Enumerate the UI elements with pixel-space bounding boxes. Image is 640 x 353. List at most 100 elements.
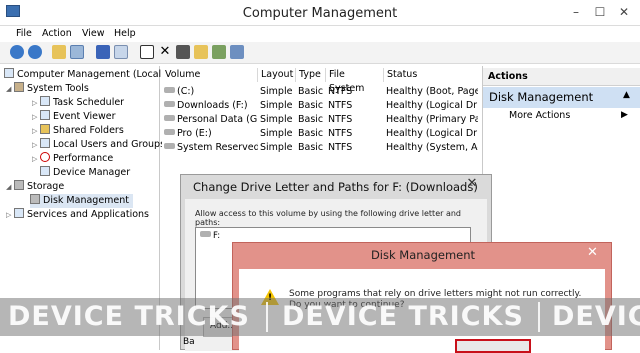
- tree-system-tools[interactable]: ◢ System Tools: [6, 82, 89, 96]
- column-volume[interactable]: Volume: [162, 68, 258, 82]
- tree-storage[interactable]: ◢ Storage: [6, 180, 64, 194]
- collapse-arrow-icon[interactable]: ▷: [32, 124, 40, 138]
- collapse-arrow-icon[interactable]: ▷: [32, 96, 40, 110]
- disk-icon: [30, 194, 40, 204]
- more-arrow-icon[interactable]: ▶: [621, 110, 628, 120]
- actions-disk-management[interactable]: Disk Management ▲: [483, 87, 640, 108]
- volume-cell: Basic: [298, 114, 324, 125]
- drive-path-item[interactable]: F:: [200, 231, 220, 241]
- properties-icon[interactable]: [176, 45, 190, 59]
- tree-task-scheduler[interactable]: ▷ Task Scheduler: [32, 96, 124, 110]
- volume-row[interactable]: Personal Data (G:) Simple Basic NTFS Healthy…: [162, 113, 480, 126]
- volume-row[interactable]: System Reserved Simple Basic NTFS Healthy (S…: [162, 141, 480, 154]
- window-title: Computer Management: [242, 6, 398, 21]
- volume-row[interactable]: Downloads (F:) Simple Basic NTFS Healthy (Lo…: [162, 99, 480, 112]
- volume-cell: Pro (E:): [164, 127, 258, 140]
- folder-icon: [40, 124, 50, 134]
- performance-icon: [40, 152, 50, 162]
- clock-icon: [40, 96, 50, 106]
- volume-cell: System Reserved: [164, 141, 258, 154]
- column-layout[interactable]: Layout: [258, 68, 296, 82]
- computer-icon: [4, 68, 14, 78]
- menu-help[interactable]: Help: [114, 28, 136, 39]
- collapse-arrow-icon[interactable]: ▷: [6, 208, 14, 222]
- collapse-arrow-icon[interactable]: ▷: [32, 152, 40, 166]
- collapse-up-icon[interactable]: ▲: [623, 90, 630, 100]
- more-actions[interactable]: More Actions: [509, 110, 570, 121]
- tree-event-viewer[interactable]: ▷ Event Viewer: [32, 110, 116, 124]
- column-filesystem[interactable]: File System: [326, 68, 384, 94]
- volume-cell: Simple: [260, 86, 293, 97]
- tree-performance[interactable]: ▷ Performance: [32, 152, 113, 166]
- volume-cell: Healthy (Logical Drive: [386, 100, 478, 111]
- drive-icon: [164, 129, 175, 135]
- change-drive-close-button[interactable]: ✕: [455, 176, 489, 192]
- volume-cell: Basic: [298, 142, 324, 153]
- storage-icon: [14, 180, 24, 190]
- volume-cell: Downloads (F:): [164, 99, 258, 112]
- actions-header: Actions: [483, 68, 640, 86]
- watermark-separator: [538, 302, 540, 332]
- show-hide-tree-icon[interactable]: [70, 45, 84, 59]
- title-bar: Computer Management – ☐ ✕: [0, 0, 640, 26]
- collapse-arrow-icon[interactable]: ▷: [32, 110, 40, 124]
- volume-cell: Basic: [298, 128, 324, 139]
- volume-cell: Simple: [260, 142, 293, 153]
- change-drive-dialog-title: Change Drive Letter and Paths for F: (Do…: [193, 180, 478, 194]
- drive-icon: [164, 115, 175, 121]
- column-type[interactable]: Type: [296, 68, 326, 82]
- volume-cell: Healthy (System, Acti: [386, 142, 478, 153]
- delete-icon[interactable]: ✕: [158, 45, 172, 59]
- volume-cell: Personal Data (G:): [164, 113, 258, 126]
- console-icon[interactable]: [114, 45, 128, 59]
- tree-device-manager[interactable]: Device Manager: [40, 166, 130, 180]
- menu-view[interactable]: View: [82, 28, 105, 39]
- tree-services[interactable]: ▷ Services and Applications: [6, 208, 149, 222]
- menu-bar: File Action View Help: [0, 26, 640, 42]
- watermark-text: DEVICE TRICKS: [8, 301, 250, 332]
- volume-cell: Healthy (Primary Part: [386, 114, 478, 125]
- collapse-arrow-icon[interactable]: ▷: [32, 138, 40, 152]
- volume-cell: Healthy (Logical Drive: [386, 128, 478, 139]
- help-icon[interactable]: [96, 45, 110, 59]
- volume-list: Volume Layout Type File System Status (C…: [162, 66, 480, 186]
- volume-cell: NTFS: [328, 128, 353, 139]
- check-icon[interactable]: [140, 45, 154, 59]
- confirm-dialog-title: Disk Management: [370, 248, 476, 262]
- tree-root[interactable]: Computer Management (Local: [4, 68, 161, 82]
- menu-file[interactable]: File: [16, 28, 32, 39]
- partial-label: Ba: [183, 337, 195, 347]
- watermark-text: DEVIC: [552, 301, 640, 332]
- forward-icon[interactable]: [28, 45, 42, 59]
- maximize-button[interactable]: ☐: [590, 3, 610, 21]
- column-status[interactable]: Status: [384, 68, 480, 82]
- drive-icon: [164, 143, 175, 149]
- volume-cell: Simple: [260, 128, 293, 139]
- open-folder-icon[interactable]: [194, 45, 208, 59]
- tree-disk-management[interactable]: Disk Management: [30, 194, 134, 208]
- search-icon[interactable]: [212, 45, 226, 59]
- volume-row[interactable]: Pro (E:) Simple Basic NTFS Healthy (Logical …: [162, 127, 480, 140]
- menu-action[interactable]: Action: [42, 28, 72, 39]
- volume-row[interactable]: (C:)Simple Basic NTFS Healthy (Boot, Page F: [162, 85, 480, 98]
- services-icon: [14, 208, 24, 218]
- expand-arrow-icon[interactable]: ◢: [6, 82, 14, 96]
- close-button[interactable]: ✕: [614, 3, 634, 21]
- expand-arrow-icon[interactable]: ◢: [6, 180, 14, 194]
- users-icon: [40, 138, 50, 148]
- minimize-button[interactable]: –: [566, 3, 586, 21]
- view-icon[interactable]: [230, 45, 244, 59]
- up-folder-icon[interactable]: [52, 45, 66, 59]
- drive-icon: [164, 101, 175, 107]
- volume-cell: Simple: [260, 114, 293, 125]
- tree-shared-folders[interactable]: ▷ Shared Folders: [32, 124, 124, 138]
- drive-icon: [164, 87, 175, 93]
- volume-cell: NTFS: [328, 142, 353, 153]
- tools-icon: [14, 82, 24, 92]
- yes-button[interactable]: [455, 339, 531, 353]
- back-icon[interactable]: [10, 45, 24, 59]
- actions-section-label: Disk Management: [489, 90, 594, 104]
- tree-local-users[interactable]: ▷ Local Users and Groups: [32, 138, 165, 152]
- confirm-close-icon[interactable]: ✕: [587, 245, 598, 260]
- drive-icon: [200, 231, 211, 237]
